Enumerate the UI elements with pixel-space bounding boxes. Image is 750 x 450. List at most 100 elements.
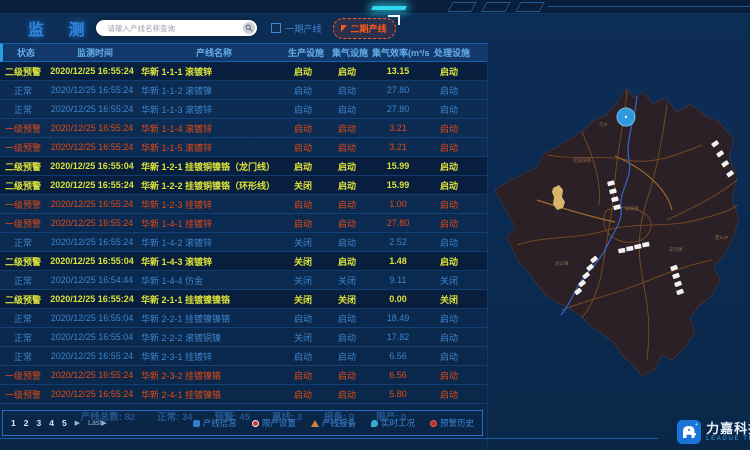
footer-buttons: 产线信息 限产设置 产线报备 实时工况 预警历史 [193,417,474,429]
header: 监 测 一期产线 二期产线 [0,13,487,43]
line-report-button[interactable]: 产线报备 [311,417,356,429]
phase1-checkbox[interactable]: 一期产线 [271,22,321,35]
cell-time: 2020/12/25 16:55:04 [46,332,138,342]
fbtn-label: 产线信息 [203,417,237,429]
cell-gas: 启动 [325,312,369,325]
search-box[interactable] [96,20,257,36]
logo-text: 力嘉科技 LEAGUE TECH [706,422,750,443]
cell-efficiency: 13.15 [369,66,427,76]
table-row[interactable]: 二级预警2020/12/25 16:55:24华新 2-1-1 挂镀镍镍铬关闭关… [0,290,487,309]
cell-line: 华新 1-1-4 滚镀锌 [138,122,281,135]
brand-logo: + 力嘉科技 LEAGUE TECH [677,420,750,444]
table-row[interactable]: 一级预警2020/12/25 16:55:24华新 1-1-4 滚镀锌启动启动3… [0,119,487,138]
search-button[interactable] [243,22,255,34]
cell-status: 正常 [0,331,46,344]
triangle-icon [311,420,319,427]
cell-status: 正常 [0,103,46,116]
cell-status: 正常 [0,236,46,249]
page-1[interactable]: 1 [11,418,16,428]
cell-gas: 启动 [325,65,369,78]
page-4[interactable]: 4 [49,418,54,428]
cell-efficiency: 1.00 [369,199,427,209]
cell-status: 正常 [0,274,46,287]
cell-efficiency: 6.56 [369,370,427,380]
table-row[interactable]: 一级预警2020/12/25 16:55:24华新 2-3-2 挂镀镍铬启动启动… [0,366,487,385]
svg-text:+: + [695,422,698,428]
table-row[interactable]: 一级预警2020/12/25 16:55:24华新 1-2-3 挂镀锌启动启动1… [0,195,487,214]
table-row[interactable]: 一级预警2020/12/25 16:55:24华新 2-4-1 挂镀镍铬启动启动… [0,385,487,404]
next-page-button[interactable]: ▶ [75,419,80,427]
table-body: 二级预警2020/12/25 16:55:24华新 1-1-1 滚镀锌启动启动1… [0,62,487,404]
search-input[interactable] [105,23,243,34]
phase2-button[interactable]: 二期产线 [333,18,396,39]
cell-treatment: 启动 [427,312,471,325]
town-label: 闵山镇 [555,260,569,267]
table-row[interactable]: 二级预警2020/12/25 16:55:24华新 1-2-2 挂镀铜镍铬（环形… [0,176,487,195]
warning-history-button[interactable]: 预警历史 [430,417,474,429]
cell-line: 华新 2-2-1 挂镀镍镍铬 [138,312,281,325]
limit-settings-button[interactable]: 限产设置 [252,417,296,429]
cell-treatment: 启动 [427,65,471,78]
table-row[interactable]: 二级预警2020/12/25 16:55:24华新 1-1-1 滚镀锌启动启动1… [0,62,487,81]
cell-production: 启动 [281,217,325,230]
cell-line: 华新 1-1-2 滚镀镍 [138,84,281,97]
table-row[interactable]: 正常2020/12/25 16:55:24华新 1-1-3 滚镀锌启动启动27.… [0,100,487,119]
cell-gas: 启动 [325,84,369,97]
table-row[interactable]: 一级预警2020/12/25 16:55:24华新 1-4-1 挂镀锌启动启动2… [0,214,487,233]
cell-treatment: 启动 [427,179,471,192]
cell-treatment: 启动 [427,84,471,97]
cell-time: 2020/12/25 16:55:24 [46,370,138,380]
cell-line: 华新 1-4-4 仿金 [138,274,281,287]
cell-production: 关闭 [281,236,325,249]
col-line-name: 产线名称 [141,46,284,59]
last-page-button[interactable]: Last▶ [88,419,107,427]
table-row[interactable]: 正常2020/12/25 16:55:24华新 1-4-2 滚镀锌关闭启动2.5… [0,233,487,252]
table-row[interactable]: 一级预警2020/12/25 16:55:24华新 1-1-5 滚镀锌启动启动3… [0,138,487,157]
cell-treatment: 启动 [427,160,471,173]
table-row[interactable]: 正常2020/12/25 16:55:24华新 1-1-2 滚镀镍启动启动27.… [0,81,487,100]
page-3[interactable]: 3 [36,418,41,428]
deco-parallelogram [481,2,510,12]
top-decor-bar [0,0,750,14]
cell-treatment: 启动 [427,236,471,249]
cell-treatment: 启动 [427,331,471,344]
cell-time: 2020/12/25 16:55:24 [46,237,138,247]
page-5[interactable]: 5 [62,418,67,428]
pagination: 12345 ▶ Last▶ [11,418,107,428]
cell-efficiency: 0.00 [369,294,427,304]
cell-line: 华新 1-4-3 滚镀锌 [138,255,281,268]
cell-production: 启动 [281,350,325,363]
cell-line: 华新 1-1-5 滚镀锌 [138,141,281,154]
table-row[interactable]: 二级预警2020/12/25 16:55:04华新 1-4-3 滚镀锌关闭启动1… [0,252,487,271]
cell-status: 一级预警 [0,217,46,230]
table-row[interactable]: 正常2020/12/25 16:55:04华新 2-2-1 挂镀镍镍铬启动启动1… [0,309,487,328]
cell-production: 启动 [281,84,325,97]
cell-gas: 关闭 [325,293,369,306]
cell-production: 启动 [281,388,325,401]
col-treatment: 处理设施 [430,46,474,59]
cell-status: 一级预警 [0,122,46,135]
cell-time: 2020/12/25 16:55:24 [46,104,138,114]
cell-treatment: 启动 [427,255,471,268]
cell-line: 华新 2-3-1 挂镀锌 [138,350,281,363]
realtime-status-button[interactable]: 实时工况 [371,417,415,429]
cell-status: 二级预警 [0,293,46,306]
cell-efficiency: 17.82 [369,332,427,342]
town-label: 宋河镇 [669,246,683,253]
table-row[interactable]: 正常2020/12/25 16:54:44华新 1-4-4 仿金关闭关闭9.11… [0,271,487,290]
city-map[interactable]: 乌乡团城铺镇城关镇西山乡宋河镇闵山镇 [487,60,750,400]
cell-efficiency: 5.80 [369,389,427,399]
footer-bar: 12345 ▶ Last▶ 产线信息 限产设置 产线报备 实时工况 预警历史 [2,410,483,436]
cell-line: 华新 1-2-3 挂镀锌 [138,198,281,211]
cell-treatment: 启动 [427,388,471,401]
cell-production: 启动 [281,103,325,116]
table-row[interactable]: 正常2020/12/25 16:55:04华新 2-2-2 滚镀铜镍关闭启动17… [0,328,487,347]
table-row[interactable]: 正常2020/12/25 16:55:24华新 2-3-1 挂镀锌启动启动6.5… [0,347,487,366]
line-info-button[interactable]: 产线信息 [193,417,237,429]
cell-line: 华新 1-1-3 滚镀锌 [138,103,281,116]
cell-line: 华新 1-1-1 滚镀锌 [138,65,281,78]
cell-time: 2020/12/25 16:55:24 [46,142,138,152]
table-row[interactable]: 二级预警2020/12/25 16:55:04华新 1-2-1 挂镀铜镍铬（龙门… [0,157,487,176]
deco-line [548,6,750,7]
page-2[interactable]: 2 [24,418,29,428]
